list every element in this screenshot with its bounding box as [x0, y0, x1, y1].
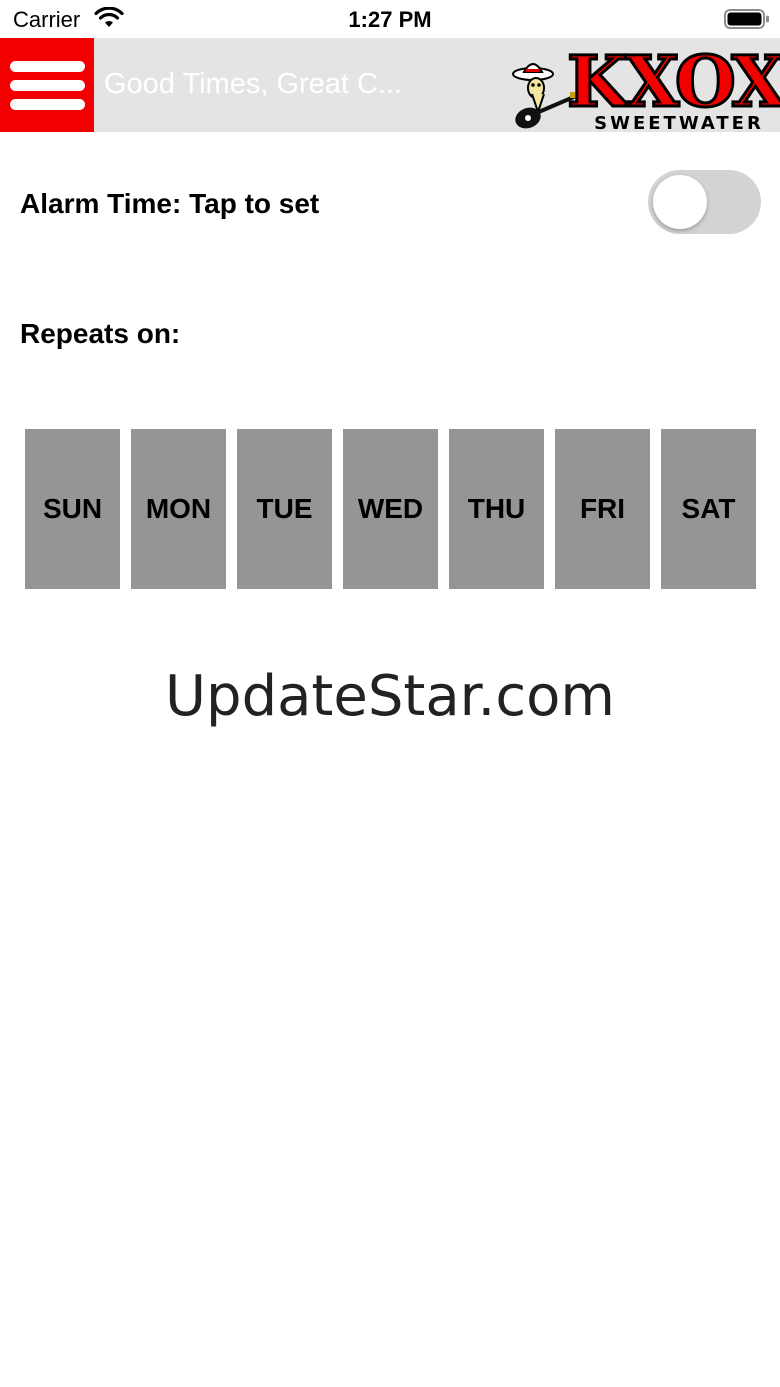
battery-icon — [724, 9, 769, 29]
day-button-sun[interactable]: SUN — [25, 429, 120, 589]
alarm-toggle[interactable] — [648, 170, 761, 234]
alarm-time-button[interactable]: Alarm Time: Tap to set — [20, 188, 319, 220]
day-button-mon[interactable]: MON — [131, 429, 226, 589]
day-button-thu[interactable]: THU — [449, 429, 544, 589]
menu-button[interactable] — [0, 38, 94, 132]
nav-bar: Good Times, Great C... KXOX SWEETWATER — [0, 38, 780, 132]
day-button-sat[interactable]: SAT — [661, 429, 756, 589]
toggle-knob — [653, 175, 707, 229]
status-bar: Carrier 1:27 PM — [0, 0, 780, 38]
day-selector: SUN MON TUE WED THU FRI SAT — [25, 429, 757, 589]
nav-title: Good Times, Great C... — [104, 68, 403, 100]
svg-text:KXOX: KXOX — [567, 40, 780, 123]
clock: 1:27 PM — [348, 7, 432, 32]
svg-text:SWEETWATER: SWEETWATER — [594, 113, 764, 132]
repeats-label: Repeats on: — [20, 318, 181, 349]
day-button-wed[interactable]: WED — [343, 429, 438, 589]
watermark: UpdateStar.com — [165, 664, 615, 729]
kxox-logo: KXOX SWEETWATER — [512, 39, 780, 132]
day-button-fri[interactable]: FRI — [555, 429, 650, 589]
day-button-tue[interactable]: TUE — [237, 429, 332, 589]
